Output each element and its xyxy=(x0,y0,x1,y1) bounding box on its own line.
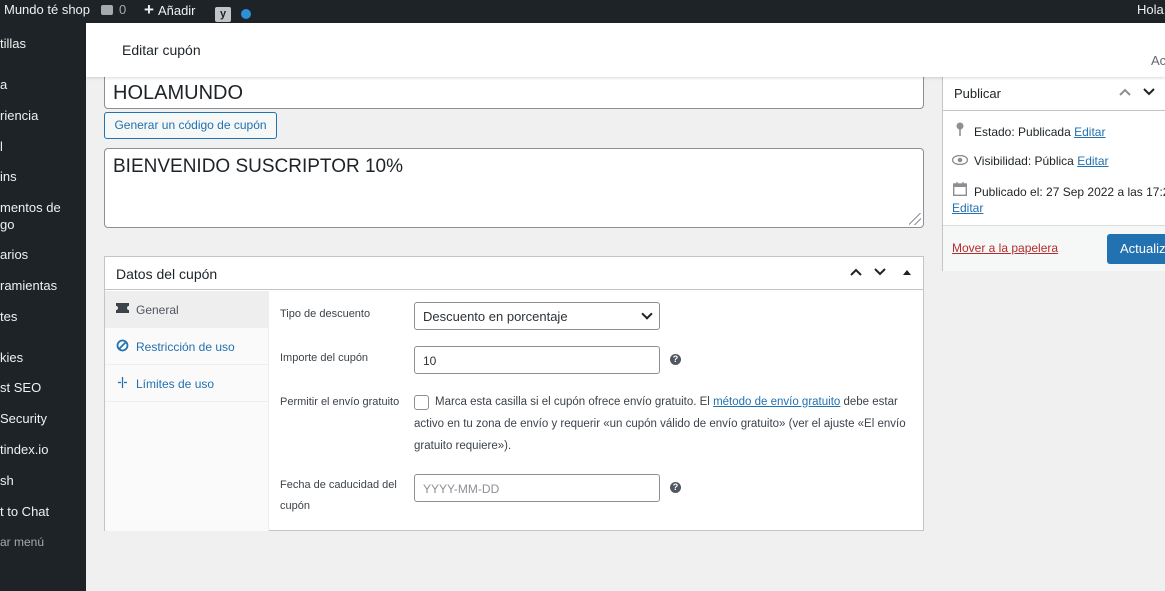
new-content-link[interactable]: + Añadir xyxy=(144,0,196,23)
coupon-amount-label: Importe del cupón xyxy=(280,352,369,364)
comments-link[interactable]: 0 xyxy=(101,0,126,23)
sidebar-item-pagina[interactable]: a xyxy=(0,76,7,93)
pin-icon xyxy=(951,122,969,139)
free-shipping-text-before: Marca esta casilla si el cupón ofrece en… xyxy=(435,396,714,408)
coupon-description-textarea[interactable]: BIENVENIDO SUSCRIPTOR 10% xyxy=(104,148,924,228)
plus-icon: + xyxy=(144,0,154,19)
status-label: Estado: xyxy=(974,125,1019,139)
header-actions-link[interactable]: Ac xyxy=(1151,53,1165,68)
sidebar-item-ajustes[interactable]: tes xyxy=(0,308,17,325)
help-icon[interactable]: ? xyxy=(670,354,681,365)
sidebar-item-seo[interactable]: st SEO xyxy=(0,379,41,396)
limits-icon xyxy=(115,376,129,390)
sidebar-item-l[interactable]: l xyxy=(0,138,3,155)
page-title: Editar cupón xyxy=(122,42,201,58)
free-shipping-label: Permitir el envío gratuito xyxy=(280,396,400,408)
free-shipping-description: Marca esta casilla si el cupón ofrece en… xyxy=(414,391,914,457)
visibility-value: Pública xyxy=(1034,154,1074,168)
sidebar-item-fragmentos[interactable]: mentos de xyxy=(0,199,61,216)
sidebar-item-chat[interactable]: t to Chat xyxy=(0,503,49,520)
free-shipping-method-link[interactable]: método de envío gratuito xyxy=(713,396,840,408)
publish-visibility-row: Visibilidad: Pública Editar xyxy=(951,153,1109,168)
page-header: Editar cupón Ac xyxy=(86,23,1165,77)
sidebar-item-plugins[interactable]: ins xyxy=(0,168,17,185)
coupon-description-text: BIENVENIDO SUSCRIPTOR 10% xyxy=(113,156,404,177)
coupon-data-title: Datos del cupón xyxy=(116,266,218,282)
comments-count: 0 xyxy=(119,2,127,17)
sidebar-item-security[interactable]: Security xyxy=(0,410,47,427)
publish-title: Publicar xyxy=(954,86,1001,101)
sidebar-item-herramientas[interactable]: ramientas xyxy=(0,277,57,294)
tab-usage-limits-label: Límites de uso xyxy=(136,377,215,391)
tab-usage-restriction-label: Restricción de uso xyxy=(136,340,235,354)
my-account-link[interactable]: Hola, xyxy=(1137,0,1165,23)
edit-date-link[interactable]: Editar xyxy=(952,201,983,215)
coupon-data-tabs: General Restricción de uso Límites de us… xyxy=(105,291,269,531)
generate-coupon-code-button[interactable]: Generar un código de cupón xyxy=(104,112,277,139)
move-up-icon[interactable] xyxy=(849,265,863,282)
calendar-icon xyxy=(951,182,969,199)
discount-type-label: Tipo de descuento xyxy=(280,308,371,320)
publish-date-row: Publicado el: 27 Sep 2022 a las 17:22 xyxy=(951,182,1165,199)
tab-usage-restriction[interactable]: Restricción de uso xyxy=(105,328,269,365)
site-name-link[interactable]: Mundo té shop xyxy=(4,0,90,23)
move-down-icon[interactable] xyxy=(873,265,887,282)
new-content-label: Añadir xyxy=(157,3,196,18)
visibility-label: Visibilidad: xyxy=(974,154,1035,168)
resize-handle-icon[interactable] xyxy=(909,213,921,225)
collapse-menu-button[interactable]: ar menú xyxy=(0,534,44,551)
tab-general[interactable]: General xyxy=(105,291,269,328)
edit-visibility-link[interactable]: Editar xyxy=(1077,154,1108,168)
move-up-icon[interactable] xyxy=(1118,85,1132,102)
publish-header: Publicar xyxy=(943,75,1165,111)
tab-general-label: General xyxy=(136,303,179,317)
published-value: 27 Sep 2022 a las 17:22 xyxy=(1046,185,1165,199)
edit-status-link[interactable]: Editar xyxy=(1074,125,1105,139)
sidebar-item-usuarios[interactable]: arios xyxy=(0,246,28,263)
expiry-date-input[interactable]: YYYY-MM-DD xyxy=(414,474,660,502)
expiry-date-label: Fecha de caducidad del cupón xyxy=(280,479,397,512)
tab-usage-limits[interactable]: Límites de uso xyxy=(105,365,269,402)
discount-type-select[interactable]: Descuento en porcentaje xyxy=(414,302,660,330)
admin-sidebar: tillas a riencia l ins mentos de go ario… xyxy=(0,23,86,591)
ticket-icon xyxy=(115,302,129,316)
help-icon[interactable]: ? xyxy=(670,482,681,493)
publish-actions: Mover a la papelera Actualizar xyxy=(943,225,1165,271)
eye-icon xyxy=(951,153,969,168)
published-label: Publicado el: xyxy=(974,185,1047,199)
discount-type-value: Descuento en porcentaje xyxy=(423,309,568,324)
sidebar-item-fragmentos-2[interactable]: go xyxy=(0,216,14,233)
move-to-trash-link[interactable]: Mover a la papelera xyxy=(952,241,1058,255)
publish-box: Publicar Estado: Publicada Editar Visibi… xyxy=(942,74,1165,271)
publish-status-row: Estado: Publicada Editar xyxy=(951,122,1105,139)
sidebar-item-sh[interactable]: sh xyxy=(0,472,14,489)
move-down-icon[interactable] xyxy=(1142,85,1156,102)
update-button[interactable]: Actualizar xyxy=(1107,234,1165,264)
toggle-panel-icon[interactable] xyxy=(902,265,912,282)
sidebar-item-indexio[interactable]: tindex.io xyxy=(0,441,48,458)
coupon-amount-input[interactable]: 10 xyxy=(414,346,660,374)
chevron-down-icon xyxy=(641,308,653,320)
comment-icon xyxy=(101,5,113,15)
admin-bar: Mundo té shop 0 + Añadir y Hola, xyxy=(0,0,1165,23)
status-value: Publicada xyxy=(1018,125,1071,139)
sidebar-item-cookies[interactable]: kies xyxy=(0,349,23,366)
sidebar-item-apariencia[interactable]: riencia xyxy=(0,107,38,124)
sidebar-item-plantillas[interactable]: tillas xyxy=(0,35,26,52)
restriction-icon xyxy=(115,339,129,353)
coupon-data-header: Datos del cupón xyxy=(105,257,923,290)
